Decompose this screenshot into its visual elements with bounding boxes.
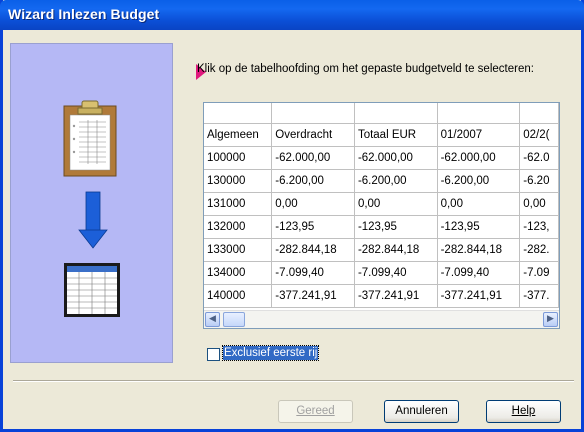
help-button-label: Help [511, 405, 536, 417]
window-title: Wizard Inlezen Budget [8, 6, 160, 22]
grid-cell[interactable] [354, 103, 438, 124]
grid-cell[interactable]: -62.0 [519, 146, 559, 170]
grid-cell[interactable]: 0,00 [519, 192, 559, 216]
grid-cell[interactable]: -62.000,00 [354, 146, 438, 170]
grid-cell[interactable]: -123,95 [354, 215, 438, 239]
column-header[interactable]: 01/2007 [437, 123, 521, 147]
grid-header-selector-row[interactable] [204, 103, 559, 124]
grid-cell[interactable]: 0,00 [437, 192, 521, 216]
grid-cell[interactable]: 130000 [204, 169, 273, 193]
grid-cell[interactable]: -377.241,91 [354, 284, 438, 308]
grid-cell[interactable]: -377.241,91 [437, 284, 521, 308]
separator [13, 380, 574, 382]
down-arrow-icon [78, 191, 108, 249]
grid-cell[interactable]: -282. [519, 238, 559, 262]
grid-cell[interactable] [519, 103, 559, 124]
grid-cell[interactable]: 133000 [204, 238, 273, 262]
budget-table[interactable]: Algemeen Overdracht Totaal EUR 01/2007 0… [204, 103, 559, 308]
grid-cell[interactable] [437, 103, 521, 124]
wizard-illustration [63, 100, 120, 317]
column-header[interactable]: Totaal EUR [354, 123, 438, 147]
grid-cell[interactable]: -282.844,18 [354, 238, 438, 262]
scroll-left-icon[interactable]: ◀ [205, 312, 220, 327]
column-header[interactable]: Overdracht [271, 123, 355, 147]
grid-cell[interactable]: -123,95 [271, 215, 355, 239]
wizard-window: Wizard Inlezen Budget Klik op de tabelho… [0, 0, 584, 432]
cancel-button[interactable]: Annuleren [384, 400, 459, 423]
table-row[interactable]: 130000 -6.200,00 -6.200,00 -6.200,00 -6.… [204, 169, 559, 193]
scrollbar-thumb[interactable] [223, 312, 245, 327]
grid-cell[interactable]: 132000 [204, 215, 273, 239]
grid-cell[interactable]: 100000 [204, 146, 273, 170]
grid-cell[interactable]: -282.844,18 [437, 238, 521, 262]
table-row[interactable]: 132000 -123,95 -123,95 -123,95 -123, [204, 215, 559, 239]
grid-cell[interactable]: -123, [519, 215, 559, 239]
grid-cell[interactable]: -7.099,40 [354, 261, 438, 285]
grid-cell[interactable]: -7.099,40 [271, 261, 355, 285]
grid-cell[interactable]: 134000 [204, 261, 273, 285]
grid-cell[interactable]: -62.000,00 [437, 146, 521, 170]
grid-cell[interactable]: -6.200,00 [271, 169, 355, 193]
grid-cell[interactable] [271, 103, 355, 124]
column-header[interactable]: Algemeen [204, 123, 273, 147]
title-bar[interactable]: Wizard Inlezen Budget [0, 0, 584, 30]
grid-cell[interactable]: -6.200,00 [437, 169, 521, 193]
grid-cell[interactable]: -282.844,18 [271, 238, 355, 262]
spreadsheet-icon [64, 263, 120, 317]
table-row[interactable]: 133000 -282.844,18 -282.844,18 -282.844,… [204, 238, 559, 262]
budget-grid[interactable]: Algemeen Overdracht Totaal EUR 01/2007 0… [203, 102, 560, 329]
table-row[interactable]: 100000 -62.000,00 -62.000,00 -62.000,00 … [204, 146, 559, 170]
exclude-first-row-label[interactable]: Exclusief eerste rij [221, 345, 320, 361]
grid-cell[interactable]: 140000 [204, 284, 273, 308]
grid-cell[interactable]: -62.000,00 [271, 146, 355, 170]
grid-cell[interactable]: -7.09 [519, 261, 559, 285]
grid-cell[interactable]: 131000 [204, 192, 273, 216]
wizard-illustration-panel [10, 43, 173, 363]
scroll-right-icon[interactable]: ▶ [543, 312, 558, 327]
finish-button-label: Gereed [296, 405, 335, 417]
table-row[interactable]: 131000 0,00 0,00 0,00 0,00 [204, 192, 559, 216]
help-button[interactable]: Help [486, 400, 561, 423]
cancel-button-label: Annuleren [395, 405, 448, 417]
grid-cell[interactable]: -7.099,40 [437, 261, 521, 285]
grid-cell[interactable] [204, 103, 273, 124]
grid-cell[interactable]: 0,00 [354, 192, 438, 216]
horizontal-scrollbar[interactable]: ◀ ▶ [204, 310, 559, 328]
grid-cell[interactable]: -123,95 [437, 215, 521, 239]
grid-cell[interactable]: -377.241,91 [271, 284, 355, 308]
grid-column-header-row[interactable]: Algemeen Overdracht Totaal EUR 01/2007 0… [204, 123, 559, 147]
grid-cell[interactable]: -6.20 [519, 169, 559, 193]
table-row[interactable]: 140000 -377.241,91 -377.241,91 -377.241,… [204, 284, 559, 308]
clipboard-icon [63, 100, 117, 177]
finish-button[interactable]: Gereed [278, 400, 353, 423]
grid-cell[interactable]: -377. [519, 284, 559, 308]
grid-cell[interactable]: -6.200,00 [354, 169, 438, 193]
grid-cell[interactable]: 0,00 [271, 192, 355, 216]
table-row[interactable]: 134000 -7.099,40 -7.099,40 -7.099,40 -7.… [204, 261, 559, 285]
exclude-first-row-checkbox[interactable] [207, 348, 220, 361]
column-header[interactable]: 02/2( [519, 123, 559, 147]
instruction-text: Klik op de tabelhoofding om het gepaste … [197, 63, 534, 75]
